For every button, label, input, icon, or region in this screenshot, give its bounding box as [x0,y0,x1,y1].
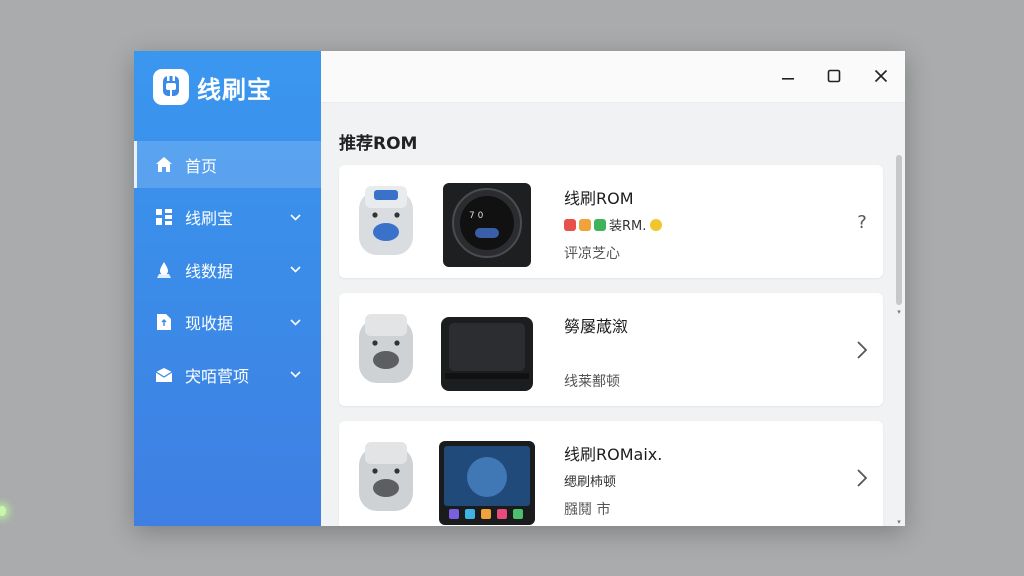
device-mascot-image [357,313,415,387]
sidebar-item-label: 宊咟菅项 [185,366,250,386]
coin-icon [650,218,663,231]
grid-icon [154,207,174,227]
section-title: 推荐ROM [339,134,418,154]
vertical-scrollbar[interactable]: ▾ ▾ [895,151,903,526]
main-panel: 推荐ROM 7 0 线刷ROM 装RM. 评凉芝心 ? 簩屡葴溆 线莱鄯顿 线刷… [321,51,905,526]
sidebar-item-label: 线数据 [185,261,234,281]
sidebar: 线刷宝 首页 线刷宝 线数据 现收据 宊咟菅项 [134,51,321,526]
sidebar-item-data[interactable]: 线数据 [134,246,321,293]
file-icon [154,312,174,332]
card-subtitle: 缌刷柿顿 [564,475,617,490]
minimize-icon [782,78,794,80]
title-bar [321,51,905,103]
drop-icon [154,260,174,280]
chevron-down-icon [289,316,301,328]
orange-badge-icon [579,218,591,231]
card-title: 线刷ROMaix. [564,445,663,464]
sidebar-item-messages[interactable]: 宊咟菅项 [134,351,321,398]
home-icon [154,155,174,175]
card-subtitle: 装RM. [564,215,665,234]
green-badge-icon [594,218,606,231]
scroll-up-arrow-icon[interactable]: ▾ [895,309,903,316]
close-icon [874,69,888,83]
card-detail: 线莱鄯顿 [564,374,620,390]
maximize-icon [827,69,841,83]
rom-card[interactable]: 线刷ROMaix. 缌刷柿顿 膙鬩 市 [339,421,883,526]
app-window: 线刷宝 首页 线刷宝 线数据 现收据 宊咟菅项 推荐ROM 7 0 线刷ROM … [134,51,905,526]
maximize-button[interactable] [819,61,849,91]
card-title: 簩屡葴溆 [564,317,629,336]
sidebar-item-flash[interactable]: 线刷宝 [134,194,321,241]
rom-card[interactable]: 7 0 线刷ROM 装RM. 评凉芝心 ? [339,165,883,278]
sidebar-item-receipt[interactable]: 现收据 [134,299,321,346]
card-title: 线刷ROM [564,189,634,208]
card-detail: 膙鬩 市 [564,502,611,518]
device-tablet-image [439,437,535,525]
close-button[interactable] [866,61,896,91]
device-box-image [439,309,535,397]
app-name: 线刷宝 [197,75,272,104]
plug-logo-icon [153,69,189,105]
scroll-down-arrow-icon[interactable]: ▾ [895,519,903,526]
help-icon[interactable]: ? [853,211,871,233]
device-mascot-image [357,441,415,515]
chevron-down-icon [289,264,301,276]
card-detail: 评凉芝心 [564,246,620,262]
minimize-button[interactable] [773,61,803,91]
sidebar-nav: 首页 线刷宝 线数据 现收据 宊咟菅项 [134,141,321,404]
scroll-thumb[interactable] [896,155,902,305]
chevron-right-icon[interactable] [853,467,871,489]
device-mascot-image [357,185,415,259]
rom-list: 7 0 线刷ROM 装RM. 评凉芝心 ? 簩屡葴溆 线莱鄯顿 线刷ROMaix… [339,165,883,526]
chevron-down-icon [289,369,301,381]
chevron-down-icon [289,211,301,223]
sidebar-item-label: 线刷宝 [185,209,234,228]
card-subtitle-text: 装RM. [609,219,647,234]
svg-text:7 0: 7 0 [469,211,484,221]
sidebar-item-label: 首页 [185,156,218,176]
chevron-right-icon[interactable] [853,339,871,361]
device-watch-image: 7 0 [439,181,535,269]
red-badge-icon [564,218,576,231]
background-glow [0,506,6,516]
sidebar-item-label: 现收据 [185,314,234,333]
sidebar-item-home[interactable]: 首页 [134,141,321,188]
rom-card[interactable]: 簩屡葴溆 线莱鄯顿 [339,293,883,406]
brand: 线刷宝 [153,69,272,105]
mail-icon [154,365,174,385]
